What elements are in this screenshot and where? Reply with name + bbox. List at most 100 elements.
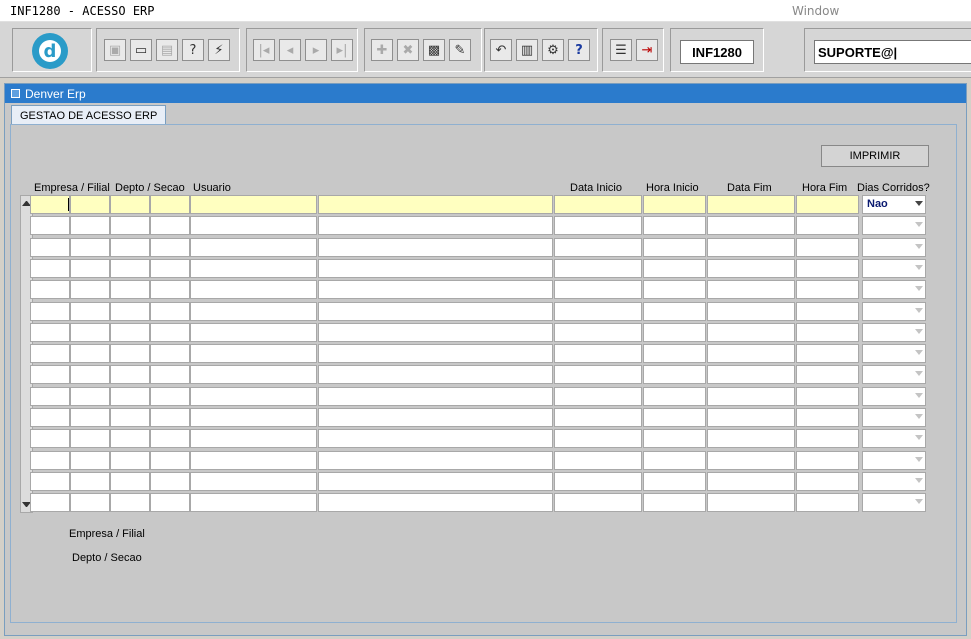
- usuario-code-field[interactable]: [190, 322, 317, 342]
- filial-field[interactable]: [70, 195, 110, 214]
- secao-field[interactable]: [150, 344, 190, 364]
- hora-inicio-field[interactable]: [643, 493, 706, 513]
- dias-corridos-select[interactable]: [862, 280, 926, 300]
- query-icon[interactable]: ?: [182, 39, 204, 61]
- filial-field[interactable]: [70, 322, 110, 342]
- hora-fim-field[interactable]: [796, 365, 859, 385]
- execute-query-icon[interactable]: ⚡: [208, 39, 230, 61]
- usuario-code-field[interactable]: [190, 195, 317, 214]
- filial-field[interactable]: [70, 301, 110, 321]
- chevron-down-icon[interactable]: [915, 307, 923, 313]
- secao-field[interactable]: [150, 386, 190, 406]
- settings-icon[interactable]: ⚙: [542, 39, 564, 61]
- depto-field[interactable]: [110, 344, 150, 364]
- hora-fim-field[interactable]: [796, 493, 859, 513]
- usuario-code-field[interactable]: [190, 493, 317, 513]
- hora-fim-field[interactable]: [796, 301, 859, 321]
- data-inicio-field[interactable]: [554, 216, 642, 236]
- data-inicio-field[interactable]: [554, 365, 642, 385]
- user-field[interactable]: SUPORTE@|: [814, 40, 971, 64]
- hora-fim-field[interactable]: [796, 258, 859, 278]
- print-button[interactable]: IMPRIMIR: [821, 145, 929, 167]
- filial-field[interactable]: [70, 386, 110, 406]
- data-inicio-field[interactable]: [554, 408, 642, 427]
- depto-field[interactable]: [110, 237, 150, 257]
- hora-fim-field[interactable]: [796, 471, 859, 491]
- data-fim-field[interactable]: [707, 450, 795, 470]
- usuario-code-field[interactable]: [190, 237, 317, 257]
- print-icon[interactable]: ▤: [156, 39, 178, 61]
- filial-field[interactable]: [70, 408, 110, 427]
- hora-fim-field[interactable]: [796, 344, 859, 364]
- dias-corridos-select[interactable]: Nao: [862, 195, 926, 214]
- hora-inicio-field[interactable]: [643, 344, 706, 364]
- empresa-field[interactable]: [30, 365, 70, 385]
- usuario-name-field[interactable]: [318, 450, 553, 470]
- depto-field[interactable]: [110, 365, 150, 385]
- usuario-name-field[interactable]: [318, 408, 553, 427]
- data-fim-field[interactable]: [707, 258, 795, 278]
- usuario-name-field[interactable]: [318, 216, 553, 236]
- hora-inicio-field[interactable]: [643, 258, 706, 278]
- secao-field[interactable]: [150, 408, 190, 427]
- hora-fim-field[interactable]: [796, 386, 859, 406]
- data-inicio-field[interactable]: [554, 301, 642, 321]
- chevron-down-icon[interactable]: [915, 201, 923, 206]
- filial-field[interactable]: [70, 429, 110, 449]
- usuario-name-field[interactable]: [318, 471, 553, 491]
- data-fim-field[interactable]: [707, 344, 795, 364]
- hora-fim-field[interactable]: [796, 237, 859, 257]
- hora-inicio-field[interactable]: [643, 471, 706, 491]
- empresa-field[interactable]: [30, 344, 70, 364]
- data-inicio-field[interactable]: [554, 237, 642, 257]
- data-fim-field[interactable]: [707, 195, 795, 214]
- usuario-code-field[interactable]: [190, 471, 317, 491]
- secao-field[interactable]: [150, 195, 190, 214]
- clipboard-icon[interactable]: ▥: [516, 39, 538, 61]
- chevron-down-icon[interactable]: [915, 477, 923, 483]
- usuario-name-field[interactable]: [318, 237, 553, 257]
- dias-corridos-select[interactable]: [862, 344, 926, 364]
- secao-field[interactable]: [150, 237, 190, 257]
- depto-field[interactable]: [110, 301, 150, 321]
- data-fim-field[interactable]: [707, 237, 795, 257]
- filial-field[interactable]: [70, 365, 110, 385]
- secao-field[interactable]: [150, 322, 190, 342]
- data-fim-field[interactable]: [707, 429, 795, 449]
- dias-corridos-select[interactable]: [862, 322, 926, 342]
- filial-field[interactable]: [70, 493, 110, 513]
- usuario-name-field[interactable]: [318, 386, 553, 406]
- depto-field[interactable]: [110, 386, 150, 406]
- hora-inicio-field[interactable]: [643, 408, 706, 427]
- hora-inicio-field[interactable]: [643, 386, 706, 406]
- depto-field[interactable]: [110, 216, 150, 236]
- chevron-down-icon[interactable]: [915, 264, 923, 270]
- usuario-name-field[interactable]: [318, 429, 553, 449]
- menu-icon[interactable]: ☰: [610, 39, 632, 61]
- empresa-field[interactable]: [30, 471, 70, 491]
- usuario-code-field[interactable]: [190, 216, 317, 236]
- hora-inicio-field[interactable]: [643, 429, 706, 449]
- data-fim-field[interactable]: [707, 365, 795, 385]
- chevron-down-icon[interactable]: [915, 392, 923, 398]
- empresa-field[interactable]: [30, 322, 70, 342]
- edit-icon[interactable]: ✎: [449, 39, 471, 61]
- usuario-code-field[interactable]: [190, 280, 317, 300]
- hora-inicio-field[interactable]: [643, 280, 706, 300]
- hora-fim-field[interactable]: [796, 216, 859, 236]
- hora-fim-field[interactable]: [796, 408, 859, 427]
- data-inicio-field[interactable]: [554, 195, 642, 214]
- tab-gestao-acesso[interactable]: GESTAO DE ACESSO ERP: [11, 105, 167, 125]
- usuario-name-field[interactable]: [318, 195, 553, 214]
- empresa-field[interactable]: [30, 408, 70, 427]
- empresa-field[interactable]: [30, 429, 70, 449]
- dias-corridos-select[interactable]: [862, 258, 926, 278]
- dias-corridos-select[interactable]: [862, 408, 926, 427]
- first-record-icon[interactable]: |◂: [253, 39, 275, 61]
- next-record-icon[interactable]: ▸: [305, 39, 327, 61]
- filial-field[interactable]: [70, 216, 110, 236]
- hora-inicio-field[interactable]: [643, 322, 706, 342]
- hora-fim-field[interactable]: [796, 280, 859, 300]
- empresa-field[interactable]: [30, 386, 70, 406]
- window-icon[interactable]: ▭: [130, 39, 152, 61]
